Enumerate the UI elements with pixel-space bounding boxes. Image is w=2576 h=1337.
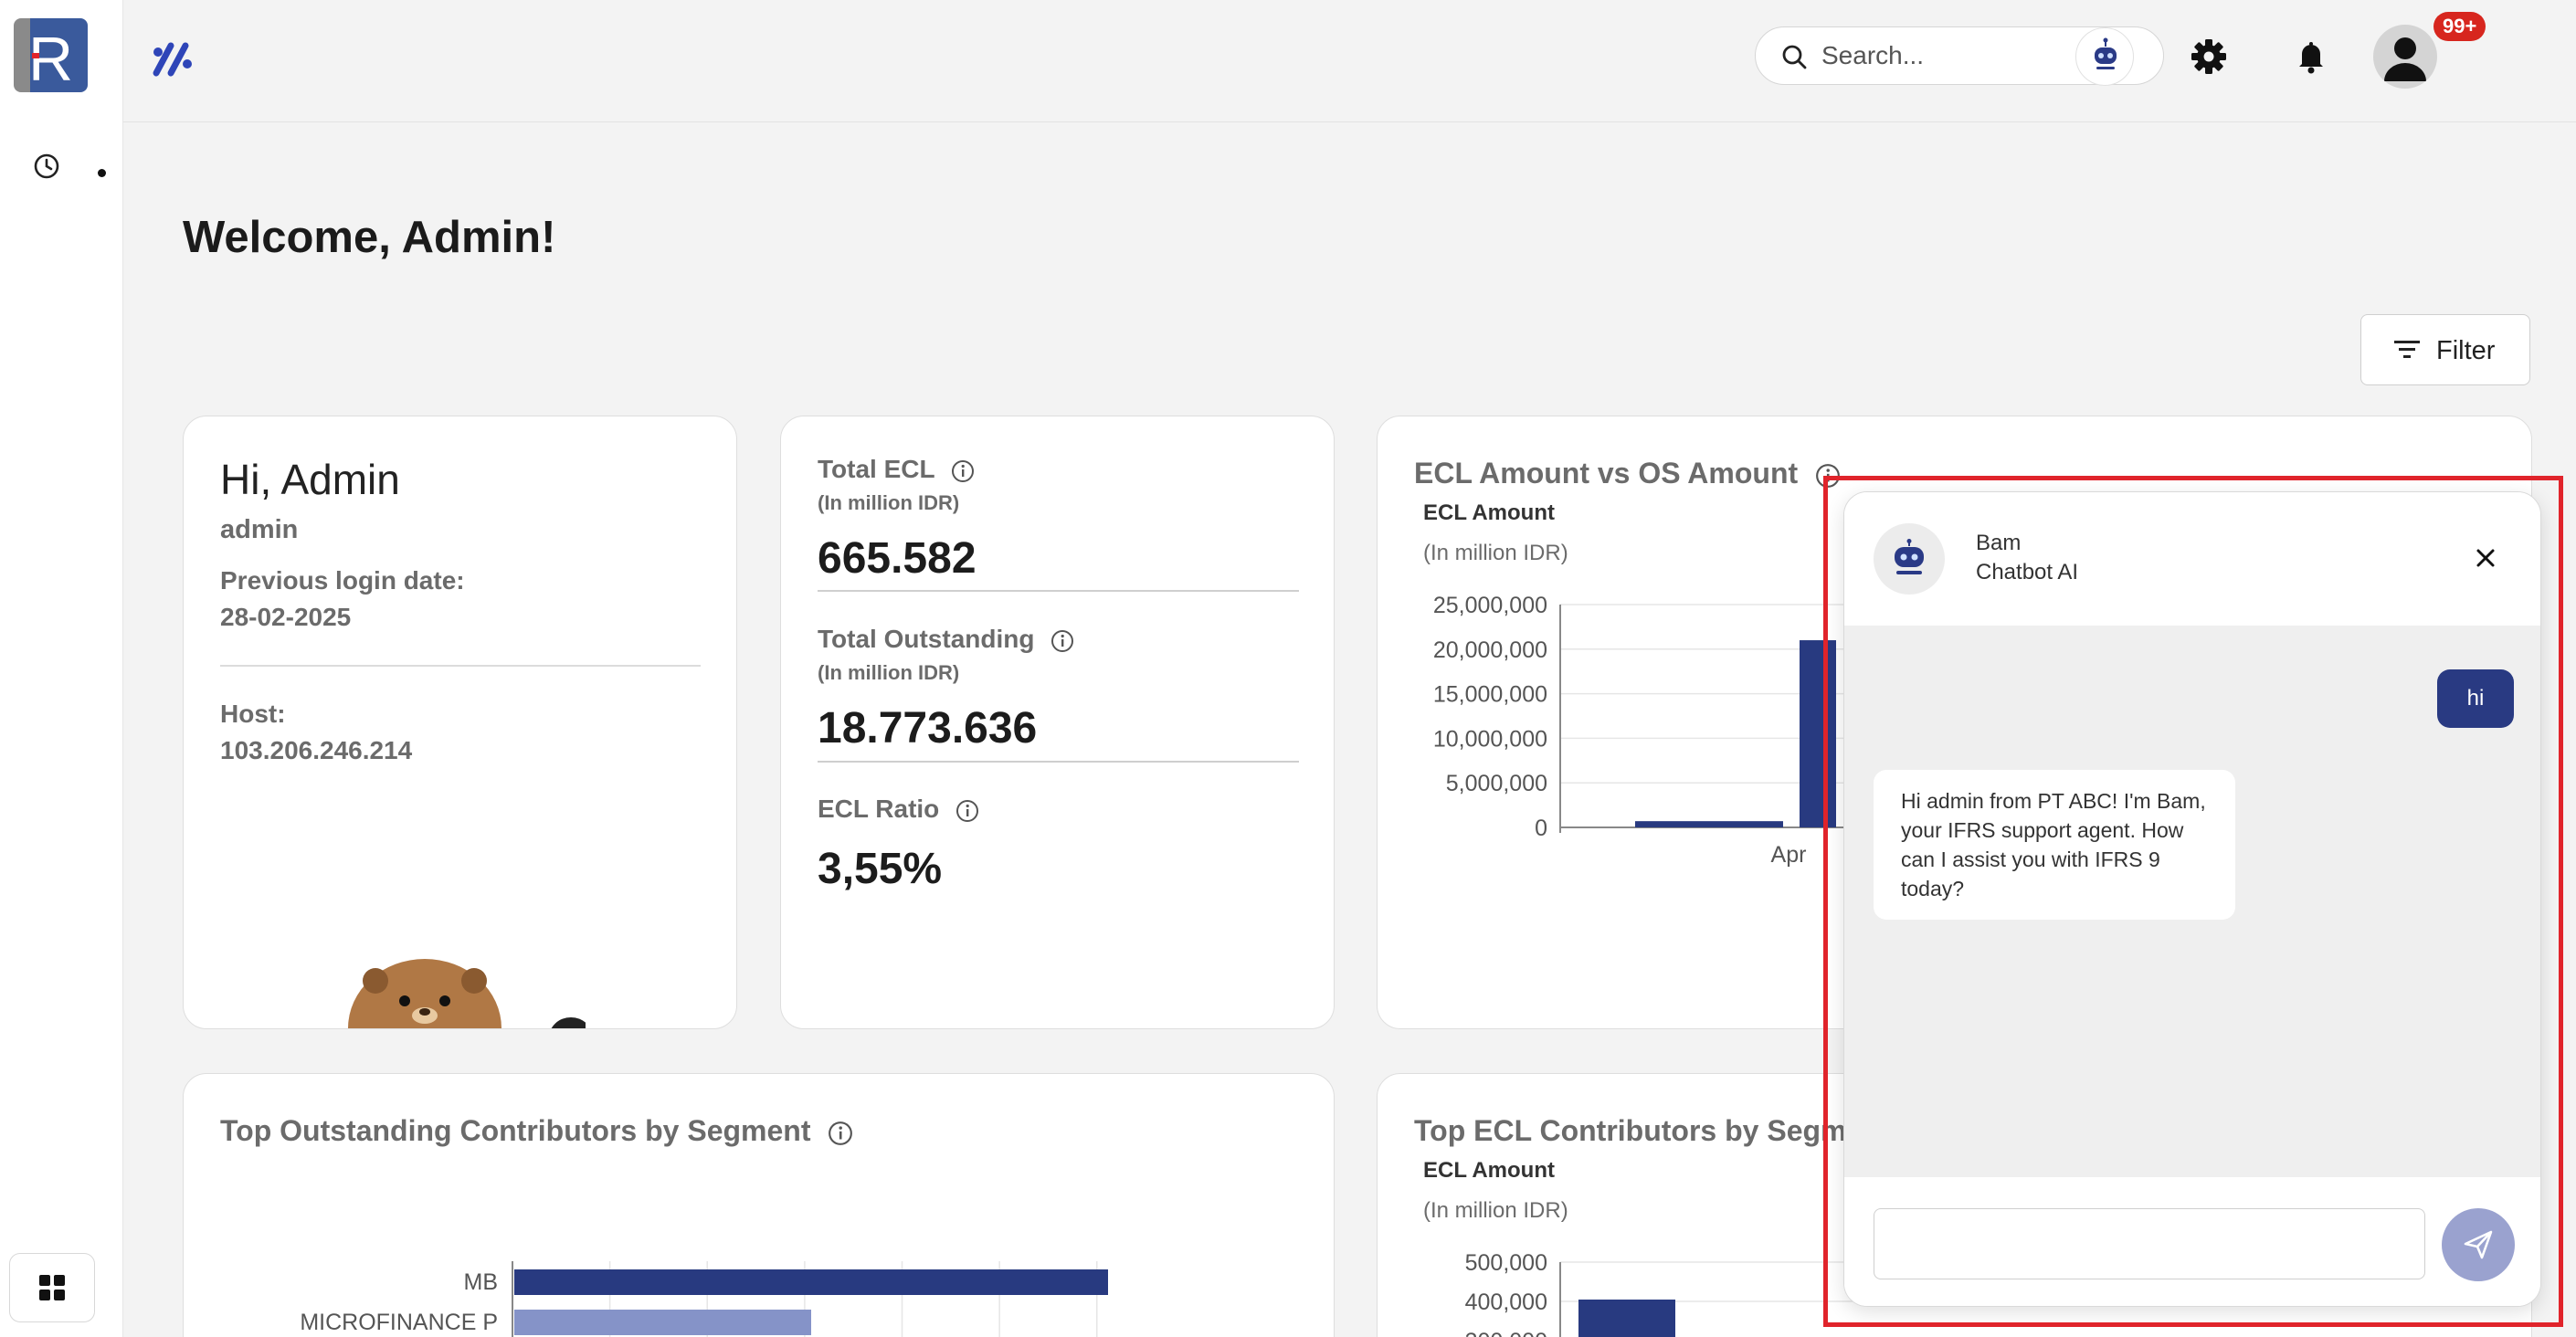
- host-value: 103.206.246.214: [220, 736, 413, 764]
- info-icon[interactable]: [955, 799, 979, 823]
- y-tick-label: 5,000,000: [1446, 771, 1547, 796]
- filter-label: Filter: [2436, 336, 2496, 365]
- greeting: Hi, Admin: [220, 456, 400, 503]
- previous-login-label: Previous login date:: [220, 566, 465, 595]
- y-tick-label: MICROFINANCE P: [300, 1310, 498, 1335]
- robot-icon: [1895, 539, 1924, 574]
- bell-icon: [2299, 42, 2323, 74]
- mascot-beaver-illustration: [348, 959, 586, 1028]
- y-tick-label: 10,000,000: [1433, 726, 1547, 752]
- previous-login-value: 28-02-2025: [220, 603, 352, 631]
- total-ecl-label: Total ECL: [818, 455, 975, 484]
- total-outstanding-unit: (In million IDR): [818, 661, 960, 684]
- top-outstanding-card: Top Outstanding Contributors by Segment …: [183, 1073, 1335, 1337]
- robot-icon: [2095, 37, 2117, 69]
- info-icon[interactable]: [1050, 629, 1074, 653]
- y-tick-label: 0: [1535, 816, 1547, 841]
- y-tick-label: MB: [464, 1269, 499, 1295]
- profile-card: Hi, Admin admin Previous login date: 28-…: [183, 416, 737, 1029]
- chat-message-input[interactable]: [1874, 1208, 2425, 1279]
- chatbot-button[interactable]: [2075, 27, 2134, 86]
- total-ecl-unit: (In million IDR): [818, 491, 960, 514]
- grid-icon: [39, 1275, 65, 1300]
- chatbot-name: Bam: [1976, 531, 2022, 555]
- bar: [1578, 1300, 1675, 1337]
- divider: [818, 761, 1299, 763]
- chat-messages: hi Hi admin from PT ABC! I'm Bam, your I…: [1844, 626, 2540, 1177]
- x-tick-label: Apr: [1771, 842, 1807, 868]
- metrics-card: Total ECL (In million IDR) 665.582 Total…: [780, 416, 1335, 1029]
- y-tick-label: 15,000,000: [1433, 682, 1547, 708]
- sidebar: R: [0, 0, 123, 1337]
- chatbot-avatar: [1874, 523, 1945, 595]
- apps-menu-button[interactable]: [9, 1253, 95, 1322]
- search-icon: [1782, 45, 1807, 69]
- user-avatar-icon: [2384, 37, 2426, 81]
- host-label: Host:: [220, 700, 286, 728]
- filter-icon: [2394, 341, 2420, 358]
- divider: [220, 665, 701, 667]
- send-button[interactable]: [2442, 1208, 2515, 1281]
- chatbot-subtitle: Chatbot AI: [1976, 560, 2079, 584]
- chat-header: Bam Chatbot AI: [1844, 492, 2540, 626]
- total-outstanding-value: 18.773.636: [818, 704, 1038, 753]
- y-tick-label: 25,000,000: [1433, 593, 1547, 618]
- y-tick-label: 300,000: [1465, 1329, 1547, 1337]
- bot-message: Hi admin from PT ABC! I'm Bam, your IFRS…: [1874, 770, 2235, 920]
- send-icon: [2464, 1230, 2493, 1259]
- close-icon[interactable]: [2467, 540, 2504, 576]
- divider: [818, 590, 1299, 592]
- total-ecl-value: 665.582: [818, 534, 977, 583]
- ecl-ratio-label: ECL Ratio: [818, 795, 979, 824]
- bar-ecl-amount: [1635, 821, 1783, 827]
- app-logo[interactable]: R: [14, 18, 88, 92]
- top-outstanding-chart: MB MICROFINANCE P: [300, 1261, 1108, 1337]
- user-avatar[interactable]: [2373, 25, 2437, 89]
- chatbot-panel: Bam Chatbot AI hi Hi admin from PT ABC! …: [1843, 491, 2541, 1307]
- notification-badge: 99+: [2433, 12, 2486, 41]
- bar: [514, 1310, 811, 1335]
- notifications-button[interactable]: [2282, 27, 2340, 86]
- total-outstanding-label: Total Outstanding: [818, 625, 1074, 654]
- y-tick-label: 20,000,000: [1433, 637, 1547, 663]
- filter-button[interactable]: Filter: [2360, 314, 2530, 385]
- chat-composer: [1844, 1177, 2540, 1306]
- gear-icon: [2191, 39, 2226, 74]
- y-tick-label: 400,000: [1465, 1290, 1547, 1315]
- bar-os-amount: [1800, 640, 1836, 827]
- info-icon[interactable]: [951, 459, 975, 483]
- ecl-ratio-value: 3,55%: [818, 845, 943, 893]
- bar: [514, 1269, 1108, 1295]
- history-icon[interactable]: [33, 153, 60, 180]
- user-message: hi: [2437, 669, 2514, 728]
- brand-mark-icon[interactable]: [151, 37, 198, 79]
- settings-button[interactable]: [2180, 27, 2238, 86]
- y-tick-label: 500,000: [1465, 1250, 1547, 1276]
- page-title: Welcome, Admin!: [183, 213, 556, 262]
- sidebar-collapse-dot[interactable]: [98, 169, 106, 177]
- username: admin: [220, 515, 299, 544]
